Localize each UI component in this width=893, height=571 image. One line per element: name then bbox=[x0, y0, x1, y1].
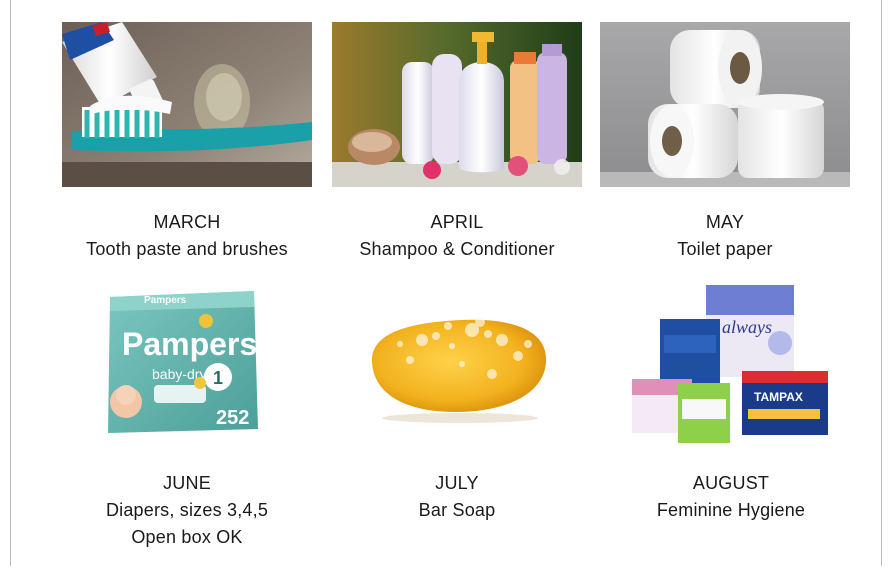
month-label: MAY bbox=[705, 212, 745, 232]
bar-soap-photo bbox=[352, 300, 562, 425]
pampers-diaper-box-photo: Pampers Pampers baby-dry 1 252 bbox=[104, 287, 262, 435]
toilet-paper-rolls-photo bbox=[600, 22, 850, 187]
pampers-count: 252 bbox=[216, 407, 249, 429]
item-description: Toilet paper bbox=[677, 239, 773, 259]
caption-june: JUNE Diapers, sizes 3,4,5 Open box OK bbox=[62, 470, 312, 551]
item-description: Shampoo & Conditioner bbox=[359, 239, 555, 259]
month-label: AUGUST bbox=[692, 473, 770, 493]
pampers-top-logo: Pampers bbox=[144, 295, 187, 306]
month-label: APRIL bbox=[430, 212, 484, 232]
month-label: JULY bbox=[435, 473, 479, 493]
caption-march: MARCH Tooth paste and brushes bbox=[62, 209, 312, 263]
caption-may: MAY Toilet paper bbox=[600, 209, 850, 263]
caption-april: APRIL Shampoo & Conditioner bbox=[322, 209, 592, 263]
month-label: JUNE bbox=[163, 473, 211, 493]
feminine-hygiene-products-photo: always TAMPAX bbox=[630, 283, 830, 443]
tampax-logo: TAMPAX bbox=[754, 390, 803, 404]
always-logo: always bbox=[722, 317, 772, 337]
caption-august: AUGUST Feminine Hygiene bbox=[606, 470, 856, 524]
item-description: Feminine Hygiene bbox=[656, 500, 806, 520]
pampers-size-badge: 1 bbox=[213, 368, 223, 388]
toothbrush-with-toothpaste-photo bbox=[62, 22, 312, 187]
item-note: Open box OK bbox=[131, 527, 243, 547]
item-description: Bar Soap bbox=[418, 500, 496, 520]
shampoo-bottles-photo bbox=[332, 22, 582, 187]
caption-july: JULY Bar Soap bbox=[332, 470, 582, 524]
item-description: Tooth paste and brushes bbox=[86, 239, 288, 259]
item-description: Diapers, sizes 3,4,5 bbox=[105, 500, 269, 520]
month-label: MARCH bbox=[153, 212, 221, 232]
pampers-logo: Pampers bbox=[122, 326, 257, 362]
